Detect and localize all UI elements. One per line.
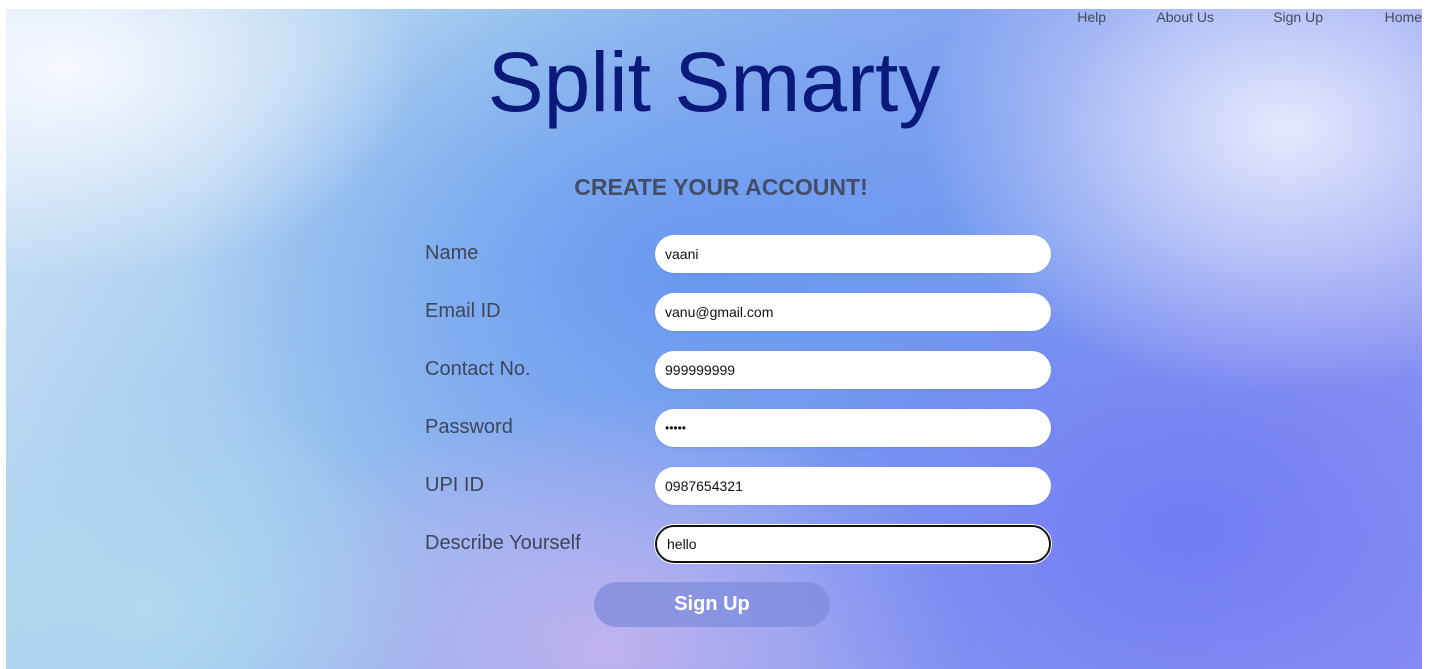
page-heading: CREATE YOUR ACCOUNT! — [574, 174, 868, 200]
sign-up-button[interactable]: Sign Up — [594, 582, 830, 627]
signup-page: Help About Us Sign Up Home Split Smarty … — [6, 9, 1422, 669]
nav-sign-up-link[interactable]: Sign Up — [1273, 9, 1323, 25]
upi-id-label: UPI ID — [425, 474, 484, 496]
describe-yourself-input[interactable] — [655, 525, 1051, 563]
email-label: Email ID — [425, 300, 501, 322]
nav-home-link[interactable]: Home — [1385, 9, 1422, 25]
name-input[interactable] — [655, 235, 1051, 273]
describe-yourself-label: Describe Yourself — [425, 532, 581, 554]
name-label: Name — [425, 242, 479, 264]
contact-label: Contact No. — [425, 358, 531, 380]
nav-about-us-link[interactable]: About Us — [1156, 9, 1214, 25]
nav-help-link[interactable]: Help — [1077, 9, 1106, 25]
password-input[interactable] — [655, 409, 1051, 447]
app-title: Split Smarty — [487, 35, 941, 129]
contact-input[interactable] — [655, 351, 1051, 389]
upi-id-input[interactable] — [655, 467, 1051, 505]
email-input[interactable] — [655, 293, 1051, 331]
password-label: Password — [425, 416, 513, 438]
